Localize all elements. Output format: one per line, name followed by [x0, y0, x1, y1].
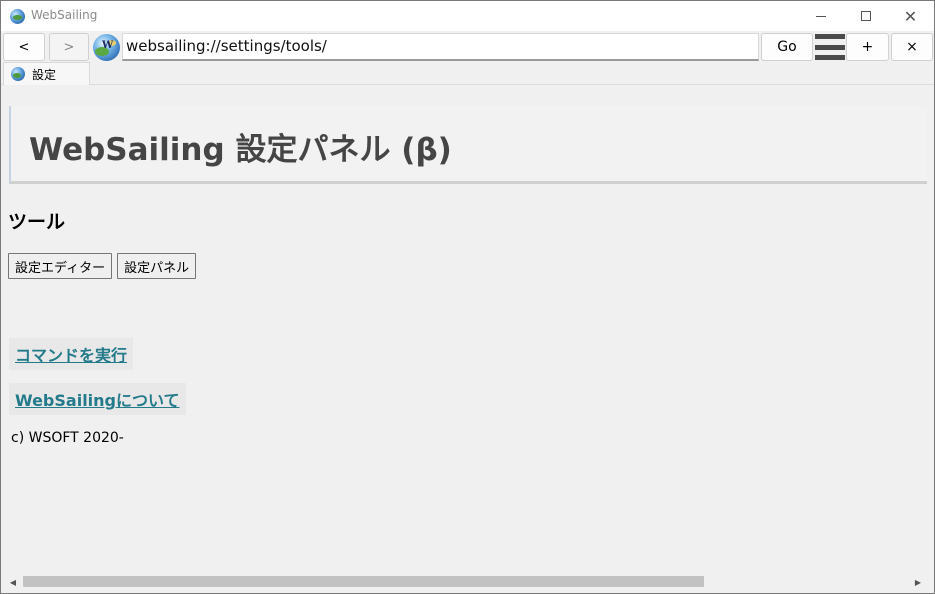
hamburger-line — [815, 34, 845, 39]
section-title: ツール — [8, 211, 66, 233]
settings-editor-button[interactable]: 設定エディター — [8, 253, 113, 279]
page-title: WebSailing 設定パネル (β) — [29, 132, 452, 168]
browser-window: WebSailing ✕ < > W websailing://settings… — [0, 0, 935, 594]
hamburger-line — [815, 44, 845, 50]
tab-settings[interactable]: 設定 — [3, 62, 90, 85]
scroll-thumb[interactable] — [23, 576, 704, 587]
go-button[interactable]: Go — [761, 33, 813, 61]
scroll-right-arrow-icon[interactable]: ▶ — [912, 576, 924, 588]
maximize-icon — [860, 11, 871, 21]
copyright-text: c) WSOFT 2020- — [11, 430, 124, 446]
run-command-link[interactable]: コマンドを実行 — [9, 338, 134, 370]
close-window-button[interactable]: ✕ — [888, 1, 933, 31]
window-title: WebSailing — [31, 8, 98, 22]
app-globe-icon — [10, 9, 25, 24]
page-content: WebSailing 設定パネル (β) ツール 設定エディター 設定パネル コ… — [1, 86, 934, 572]
tool-button-row: 設定エディター 設定パネル — [8, 253, 197, 279]
about-link[interactable]: WebSailingについて — [9, 383, 186, 415]
settings-panel-button[interactable]: 設定パネル — [117, 253, 197, 279]
tab-strip: 設定 — [1, 62, 934, 85]
minimize-button[interactable] — [798, 1, 843, 31]
minimize-icon — [815, 15, 826, 17]
title-bar: WebSailing ✕ — [1, 1, 934, 31]
new-tab-button[interactable]: + — [846, 33, 889, 61]
globe-letter: W — [102, 40, 114, 51]
tab-label: 設定 — [32, 67, 57, 82]
hamburger-line — [815, 55, 845, 60]
header-panel: WebSailing 設定パネル (β) — [9, 106, 927, 184]
back-button[interactable]: < — [3, 33, 45, 61]
maximize-button[interactable] — [843, 1, 888, 31]
address-input[interactable]: websailing://settings/tools/ — [122, 33, 759, 61]
close-icon: ✕ — [903, 6, 918, 26]
navigation-bar: < > W websailing://settings/tools/ Go + … — [1, 32, 934, 62]
hamburger-menu-icon[interactable] — [814, 33, 846, 61]
forward-button[interactable]: > — [49, 33, 89, 61]
globe-icon: W — [93, 34, 120, 61]
tab-globe-icon — [11, 67, 25, 81]
horizontal-scrollbar[interactable]: ◀ ▶ — [1, 572, 934, 592]
scroll-left-arrow-icon[interactable]: ◀ — [7, 576, 19, 588]
close-tab-button[interactable]: × — [891, 33, 933, 61]
